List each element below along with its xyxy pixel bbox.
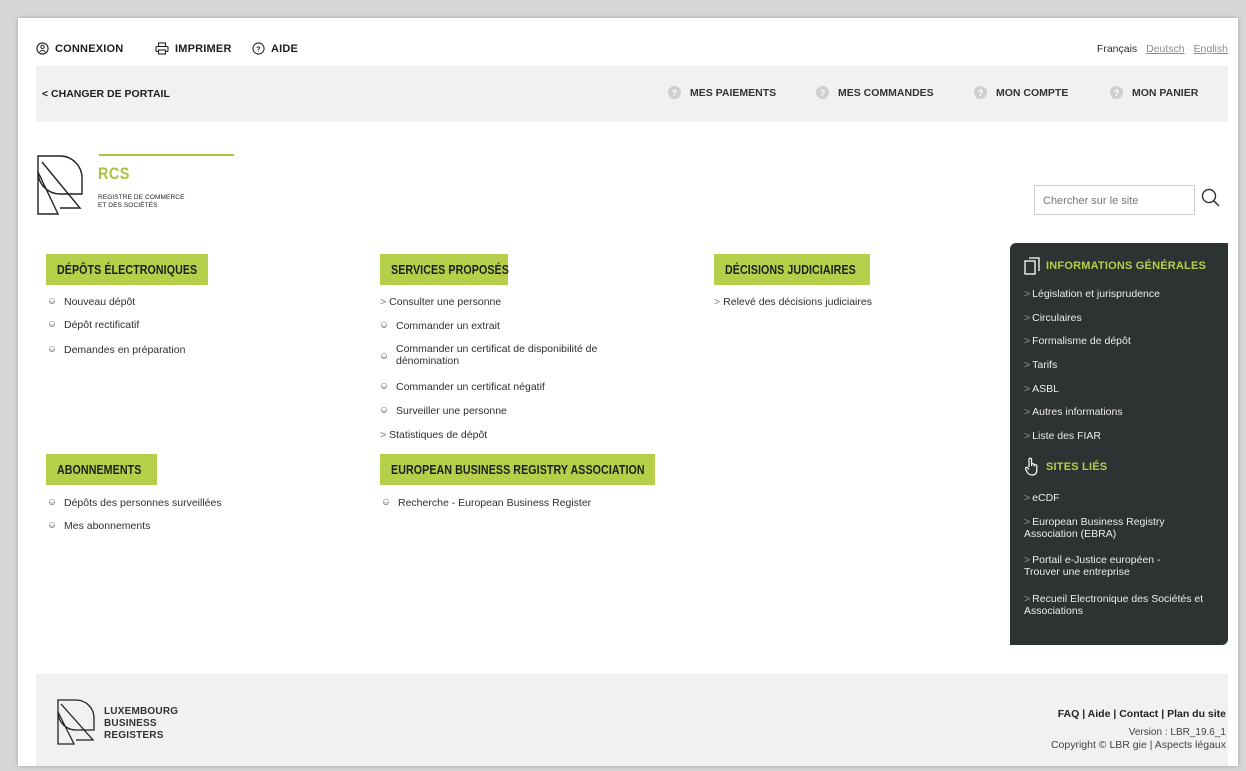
printer-icon (155, 42, 169, 55)
change-portal-link[interactable]: < CHANGER DE PORTAIL (42, 88, 170, 100)
rp-link-autres[interactable]: > Autres informations (1024, 406, 1220, 418)
nav-my-orders[interactable]: ? MES COMMANDES (816, 86, 934, 99)
section-depots-title: DÉPÔTS ÉLECTRONIQUES (46, 254, 208, 285)
documents-icon (1024, 257, 1040, 275)
nav-label: MON PANIER (1132, 86, 1199, 99)
lock-icon: ⎉ (382, 497, 390, 508)
rp-link-ejustice[interactable]: > Portail e-Justice européen - Trouver un… (1024, 554, 1194, 578)
nav-label: MON COMPTE (996, 86, 1069, 99)
logo-subtitle-1: REGISTRE DE COMMERCE (98, 194, 185, 201)
nav-label: MES PAIEMENTS (690, 86, 777, 99)
login-label: CONNEXION (55, 42, 124, 55)
logo-accent-line (99, 154, 234, 156)
info-icon: ? (816, 86, 829, 99)
rp-link-recueil[interactable]: > Recueil Electronique des Sociétés et As… (1024, 593, 1224, 617)
lang-de[interactable]: Deutsch (1146, 43, 1185, 55)
link-certificat-negatif[interactable]: ⎉ Commander un certificat négatif (380, 381, 545, 393)
lbr-logo-line3: REGISTERS (104, 730, 164, 741)
nav-my-account[interactable]: ? MON COMPTE (974, 86, 1068, 99)
help-icon: ? (252, 42, 265, 55)
top-bar: CONNEXION IMPRIMER ? AIDE Français Deuts… (18, 18, 1238, 66)
right-panel: INFORMATIONS GÉNÉRALES > Législation et j… (1010, 243, 1228, 645)
print-link[interactable]: IMPRIMER (155, 42, 232, 55)
lock-icon: ⎉ (380, 320, 388, 331)
page-frame: CONNEXION IMPRIMER ? AIDE Français Deuts… (18, 18, 1238, 766)
link-certificat-disponibilite[interactable]: ⎉ Commander un certificat de disponibili… (380, 343, 597, 367)
lang-en[interactable]: English (1194, 43, 1228, 55)
section-abonnements-title: ABONNEMENTS (46, 454, 157, 485)
logo-title: RCS (98, 164, 130, 183)
footer-links[interactable]: FAQ | Aide | Contact | Plan du site (1058, 708, 1226, 720)
lock-icon: ⎉ (48, 296, 56, 307)
chevron-right-icon: > (714, 296, 721, 308)
section-decisions-title: DÉCISIONS JUDICIAIRES (714, 254, 870, 285)
link-releve-decisions[interactable]: > Relevé des décisions judiciaires (714, 296, 872, 308)
lbr-logo-line2: BUSINESS (104, 718, 157, 729)
link-mes-abonnements[interactable]: ⎉ Mes abonnements (48, 520, 150, 532)
section-services-title: SERVICES PROPOSÉS (380, 254, 509, 285)
rp-link-fiar[interactable]: > Liste des FIAR (1024, 430, 1220, 442)
info-heading: INFORMATIONS GÉNÉRALES (1024, 257, 1206, 275)
help-link[interactable]: ? AIDE (252, 42, 298, 55)
nav-my-payments[interactable]: ? MES PAIEMENTS (668, 86, 776, 99)
search-icon[interactable] (1201, 188, 1221, 208)
rp-link-tarifs[interactable]: > Tarifs (1024, 359, 1220, 371)
search-input[interactable]: Chercher sur le site (1034, 185, 1195, 215)
login-icon (36, 42, 49, 55)
link-consulter-personne[interactable]: > Consulter une personne (380, 296, 501, 308)
chevron-right-icon: > (380, 296, 387, 308)
link-surveiller-personne[interactable]: ⎉ Surveiller une personne (380, 405, 507, 417)
footer: LUXEMBOURG BUSINESS REGISTERS FAQ | Aide… (36, 674, 1228, 766)
logo-subtitle-2: ET DES SOCIÉTÉS (98, 202, 158, 209)
lock-icon: ⎉ (380, 405, 388, 416)
link-demandes-preparation[interactable]: ⎉ Demandes en préparation (48, 344, 185, 356)
link-depots-surveillees[interactable]: ⎉ Dépôts des personnes surveillées (48, 497, 222, 509)
hand-pointer-icon (1024, 457, 1038, 476)
lbr-logo-mark (57, 699, 95, 745)
rp-link-ebra[interactable]: > European Business Registry Association … (1024, 516, 1204, 540)
lock-icon: ⎉ (380, 381, 388, 392)
info-icon: ? (1110, 86, 1123, 99)
nav-my-cart[interactable]: ? MON PANIER (1110, 86, 1198, 99)
lock-icon: ⎉ (48, 520, 56, 531)
rp-link-circulaires[interactable]: > Circulaires (1024, 312, 1220, 324)
lbr-logo-line1: LUXEMBOURG (104, 706, 179, 717)
link-nouveau-depot[interactable]: ⎉ Nouveau dépôt (48, 296, 135, 308)
section-ebra-title: EUROPEAN BUSINESS REGISTRY ASSOCIATION (380, 454, 655, 485)
info-icon: ? (668, 86, 681, 99)
rp-link-legislation[interactable]: > Législation et jurisprudence (1024, 288, 1220, 300)
rp-link-ecdf[interactable]: > eCDF (1024, 492, 1220, 504)
sites-heading: SITES LIÉS (1024, 457, 1107, 477)
link-depot-rectificatif[interactable]: ⎉ Dépôt rectificatif (48, 319, 139, 331)
link-recherche-ebr[interactable]: ⎉ Recherche - European Business Register (382, 497, 591, 509)
print-label: IMPRIMER (175, 42, 232, 55)
rp-link-asbl[interactable]: > ASBL (1024, 383, 1220, 395)
nav-label: MES COMMANDES (838, 86, 934, 99)
link-commander-extrait[interactable]: ⎉ Commander un extrait (380, 320, 500, 332)
lock-icon: ⎉ (48, 344, 56, 355)
chevron-right-icon: > (380, 429, 387, 441)
footer-copyright[interactable]: Copyright © LBR gie | Aspects légaux (1051, 739, 1226, 751)
lang-fr[interactable]: Français (1097, 43, 1137, 55)
link-statistiques-depot[interactable]: > Statistiques de dépôt (380, 429, 487, 441)
portal-nav: < CHANGER DE PORTAIL ? MES PAIEMENTS ? M… (36, 66, 1228, 122)
info-icon: ? (974, 86, 987, 99)
lock-icon: ⎉ (48, 497, 56, 508)
rp-link-formalisme[interactable]: > Formalisme de dépôt (1024, 335, 1220, 347)
language-switcher: Français Deutsch English (1091, 43, 1228, 55)
lock-icon: ⎉ (380, 351, 388, 362)
lock-icon: ⎉ (48, 319, 56, 330)
footer-version: Version : LBR_19.6_1 (1128, 727, 1226, 738)
rcs-logo-mark (37, 155, 83, 215)
svg-text:?: ? (256, 44, 261, 53)
login-link[interactable]: CONNEXION (36, 42, 123, 55)
help-label: AIDE (271, 42, 299, 55)
